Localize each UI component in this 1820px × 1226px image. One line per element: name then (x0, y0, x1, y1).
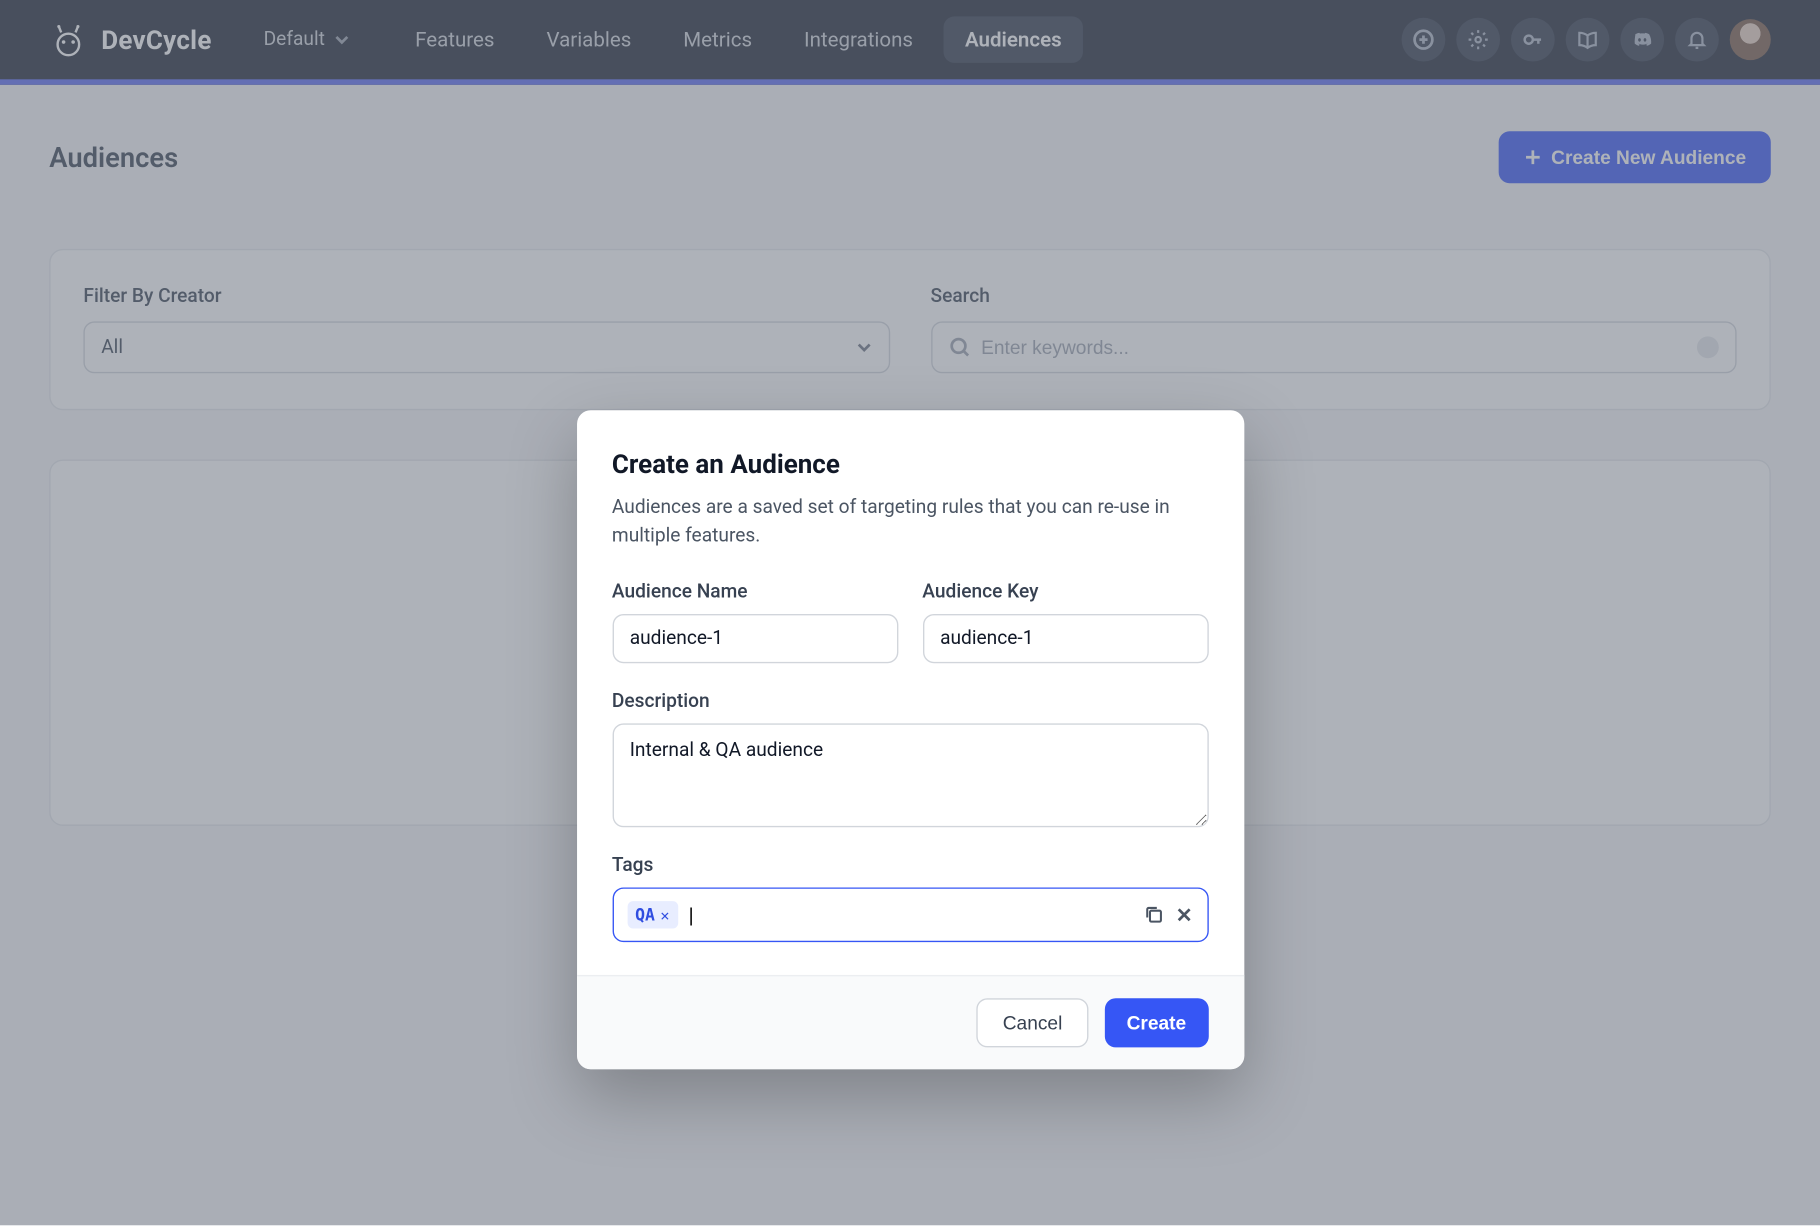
cancel-button[interactable]: Cancel (977, 998, 1089, 1047)
tag-chip: QA ✕ (627, 901, 678, 928)
audience-name-input[interactable] (612, 614, 898, 663)
tag-label: QA (635, 905, 655, 924)
modal-title: Create an Audience (612, 449, 1208, 480)
tags-label: Tags (612, 855, 1208, 877)
audience-key-label: Audience Key (922, 581, 1208, 603)
audience-name-label: Audience Name (612, 581, 898, 603)
description-label: Description (612, 691, 1208, 713)
create-audience-modal: Create an Audience Audiences are a saved… (576, 410, 1243, 1069)
modal-description: Audiences are a saved set of targeting r… (612, 494, 1208, 551)
copy-icon[interactable] (1144, 905, 1163, 924)
tags-input-box[interactable]: QA ✕ (612, 887, 1208, 942)
clear-tags-icon[interactable] (1174, 905, 1193, 924)
remove-tag-icon[interactable]: ✕ (660, 906, 669, 924)
create-button[interactable]: Create (1105, 998, 1208, 1047)
tags-text-input[interactable] (689, 904, 1133, 926)
audience-key-input[interactable] (922, 614, 1208, 663)
description-textarea[interactable] (612, 723, 1208, 827)
modal-overlay[interactable]: Create an Audience Audiences are a saved… (0, 0, 1820, 1225)
